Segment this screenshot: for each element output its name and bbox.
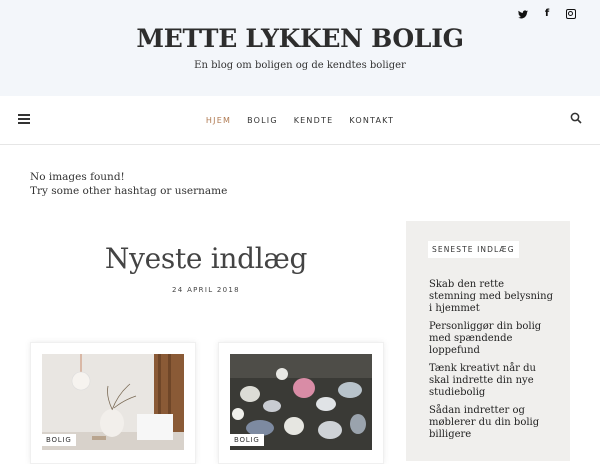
search-icon[interactable] xyxy=(570,112,582,124)
site-header: f METTE LYKKEN BOLIG En blog om boligen … xyxy=(0,0,600,96)
post-category-tag[interactable]: BOLIG xyxy=(230,434,264,446)
instagram-feed-notice: No images found! Try some other hashtag … xyxy=(30,170,227,198)
list-item: Sådan indretter og møblerer du din bolig… xyxy=(429,405,554,441)
list-item: Tænk kreativt når du skal indrette din n… xyxy=(429,363,554,399)
nav-item-kendte[interactable]: KENDTE xyxy=(294,116,334,125)
nav-menu: HJEM BOLIG KENDTE KONTAKT xyxy=(0,96,600,144)
recent-post-link[interactable]: Sådan indretter og møblerer du din bolig… xyxy=(429,405,539,440)
recent-post-link[interactable]: Skab den rette stemning med belysning i … xyxy=(429,279,553,314)
site-tagline: En blog om boligen og de kendtes boliger xyxy=(194,60,406,71)
nav-item-hjem[interactable]: HJEM xyxy=(206,116,231,125)
sidebar-recent-posts: SENESTE INDLÆG Skab den rette stemning m… xyxy=(406,221,570,461)
main-navigation: HJEM BOLIG KENDTE KONTAKT xyxy=(0,96,600,145)
instagram-icon[interactable] xyxy=(566,9,576,19)
nav-item-bolig[interactable]: BOLIG xyxy=(247,116,278,125)
notice-line-2: Try some other hashtag or username xyxy=(30,185,228,197)
section-title: Nyeste indlæg xyxy=(104,242,308,275)
recent-post-link[interactable]: Tænk kreativt når du skal indrette din n… xyxy=(429,363,536,398)
list-item: Skab den rette stemning med belysning i … xyxy=(429,279,554,315)
widget-title: SENESTE INDLÆG xyxy=(428,241,519,258)
site-title[interactable]: METTE LYKKEN BOLIG xyxy=(0,24,600,53)
notice-line-1: No images found! xyxy=(30,171,125,183)
post-category-tag[interactable]: BOLIG xyxy=(42,434,76,446)
twitter-icon[interactable] xyxy=(518,9,528,19)
recent-posts-list: Skab den rette stemning med belysning i … xyxy=(429,279,554,447)
recent-post-link[interactable]: Personliggør din bolig med spændende lop… xyxy=(429,321,541,356)
nav-item-kontakt[interactable]: KONTAKT xyxy=(349,116,394,125)
list-item: Personliggør din bolig med spændende lop… xyxy=(429,321,554,357)
social-links: f xyxy=(518,9,576,19)
post-card[interactable]: BOLIG xyxy=(218,342,384,464)
post-card[interactable]: BOLIG xyxy=(30,342,196,464)
post-date: 24 APRIL 2018 xyxy=(172,286,240,294)
facebook-icon[interactable]: f xyxy=(542,9,552,19)
